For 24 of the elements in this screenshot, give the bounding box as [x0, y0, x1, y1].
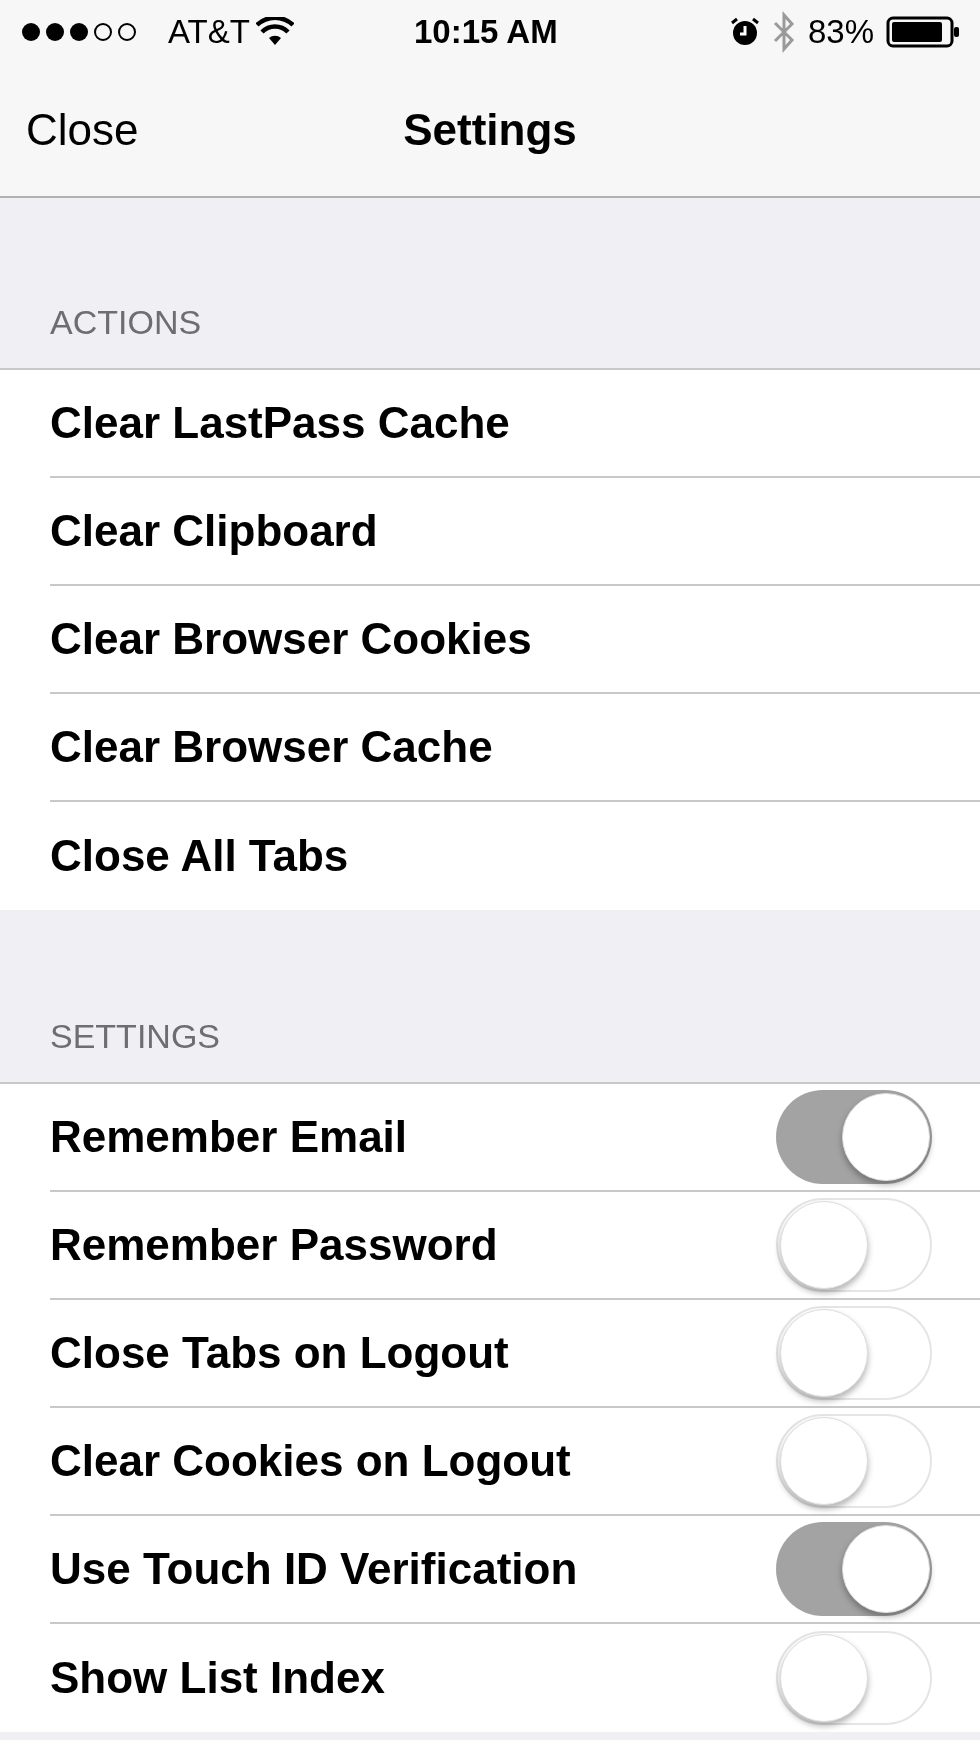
action-row[interactable]: Clear Clipboard — [50, 478, 980, 586]
toggle-switch[interactable] — [776, 1090, 932, 1184]
setting-label: Remember Password — [50, 1219, 498, 1271]
setting-label: Remember Email — [50, 1111, 408, 1163]
bluetooth-icon — [771, 11, 796, 53]
clock-time: 10:15 AM — [414, 12, 558, 53]
nav-title: Settings — [403, 104, 577, 156]
action-row[interactable]: Clear LastPass Cache — [50, 370, 980, 478]
setting-label: Clear Cookies on Logout — [50, 1435, 571, 1487]
alarm-clock-icon — [729, 17, 760, 47]
battery-percentage: 83% — [807, 12, 874, 53]
setting-label: Use Touch ID Verification — [50, 1543, 578, 1595]
setting-label: Show List Index — [50, 1652, 385, 1704]
battery-icon — [886, 16, 960, 48]
close-button[interactable]: Close — [26, 97, 139, 163]
section-header: SETTINGS — [50, 1016, 221, 1057]
setting-label: Close Tabs on Logout — [50, 1327, 509, 1379]
wifi-icon — [255, 17, 294, 47]
action-row[interactable]: Clear Browser Cookies — [50, 586, 980, 694]
section-header: ACTIONS — [50, 302, 202, 343]
toggle-switch[interactable] — [776, 1522, 932, 1616]
carrier-name: AT&T — [168, 12, 250, 53]
action-row[interactable]: Clear Browser Cache — [50, 694, 980, 802]
action-row[interactable]: Close All Tabs — [50, 802, 980, 910]
